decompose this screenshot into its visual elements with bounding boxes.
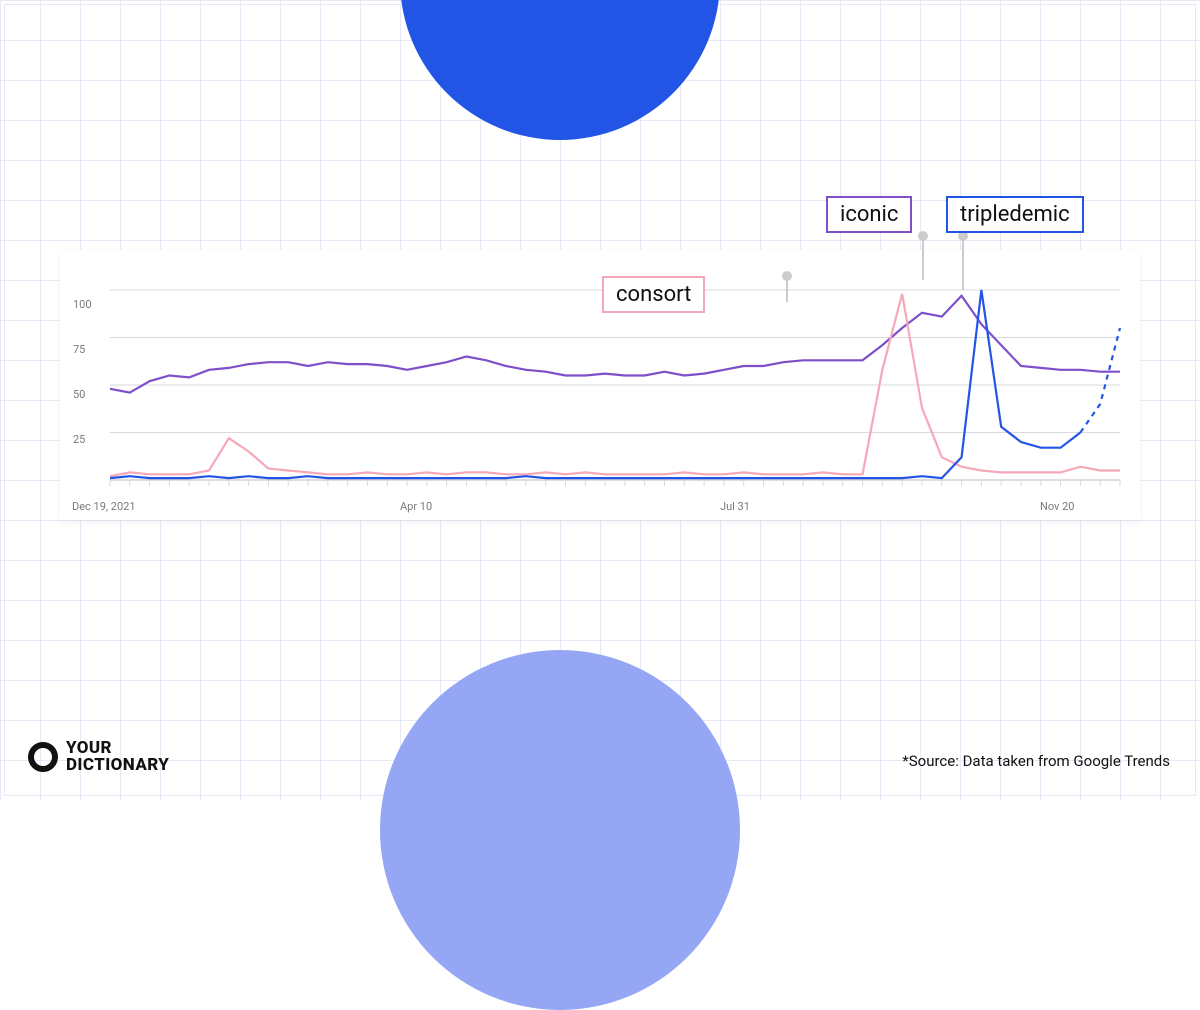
y-tick-25: 25 (73, 433, 85, 446)
pin-tripledemic (962, 240, 964, 290)
x-tick-3: Nov 20 (1040, 500, 1074, 513)
brand-logo: YOUR DICTIONARY (28, 740, 169, 774)
brand-logo-text: YOUR DICTIONARY (66, 740, 169, 774)
x-tick-2: Jul 31 (720, 500, 750, 513)
pin-iconic (922, 240, 924, 280)
y-tick-75: 75 (73, 343, 85, 356)
legend-tripledemic: tripledemic (946, 196, 1084, 233)
x-tick-1: Apr 10 (400, 500, 432, 513)
y-tick-100: 100 (73, 298, 92, 311)
trend-chart (70, 250, 1130, 510)
source-note: *Source: Data taken from Google Trends (902, 752, 1170, 770)
brand-logo-icon (28, 742, 58, 772)
legend-consort: consort (602, 276, 705, 313)
pin-consort (786, 280, 788, 302)
x-tick-0: Dec 19, 2021 (72, 500, 136, 513)
legend-iconic: iconic (826, 196, 912, 233)
y-tick-50: 50 (73, 388, 85, 401)
accent-circle-bottom (380, 650, 740, 1010)
